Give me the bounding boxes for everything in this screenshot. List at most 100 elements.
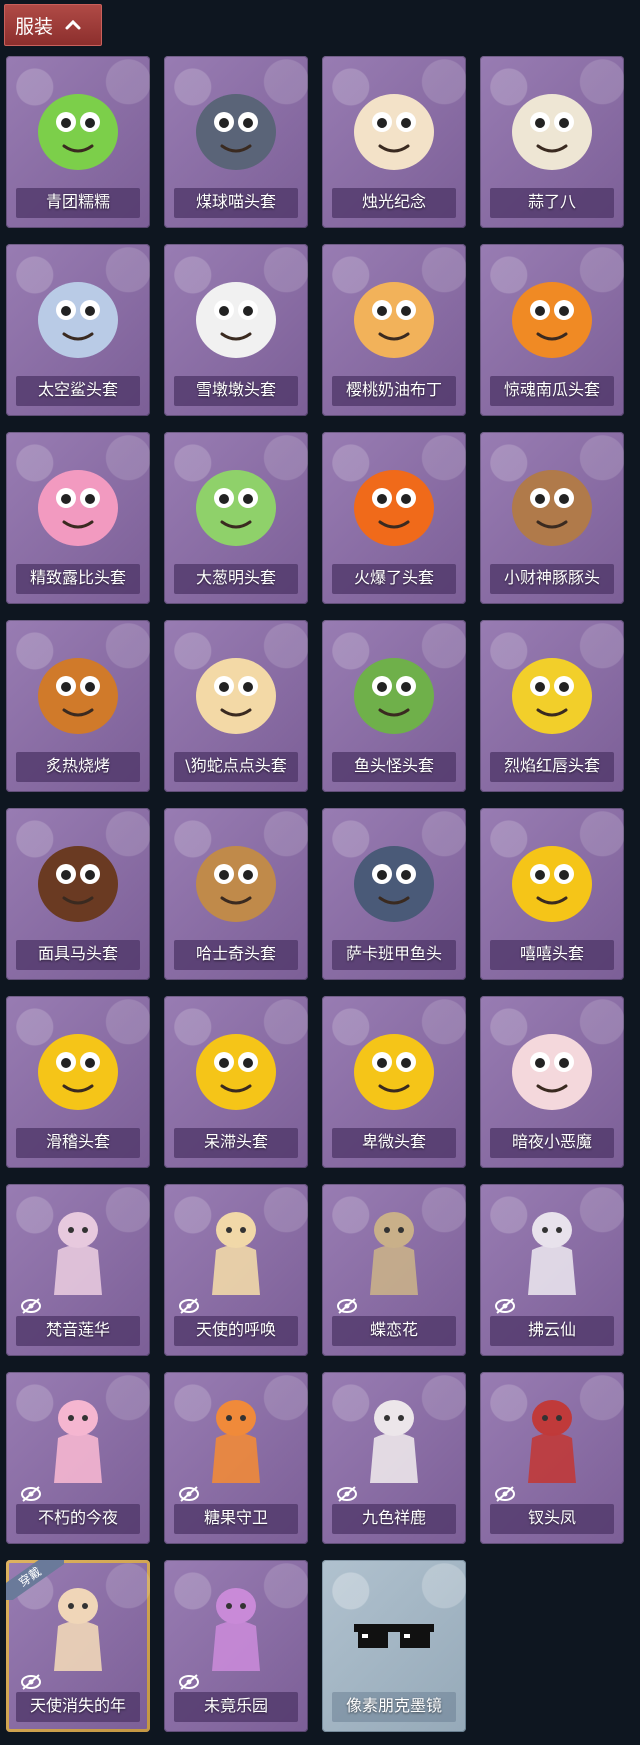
grin-emoji-head-icon: [512, 846, 592, 922]
eye-hidden-icon[interactable]: [178, 1298, 200, 1314]
costume-label: 烛光纪念: [361, 192, 426, 211]
costume-card[interactable]: 梵音莲华: [6, 1184, 150, 1356]
costume-card[interactable]: 呆滞头套: [164, 996, 308, 1168]
costume-card[interactable]: 火爆了头套: [322, 432, 466, 604]
eye-hidden-icon[interactable]: [494, 1486, 516, 1502]
costume-card[interactable]: 鱼头怪头套: [322, 620, 466, 792]
deer-ornament-icon: [370, 1400, 418, 1483]
costume-card[interactable]: 拂云仙: [480, 1184, 624, 1356]
costume-label: 樱桃奶油布丁: [345, 380, 442, 399]
costume-label: 哈士奇头套: [195, 944, 276, 963]
costume-card[interactable]: 面具马头套: [6, 808, 150, 980]
costume-label: 天使消失的年: [29, 1696, 126, 1715]
eye-hidden-icon[interactable]: [178, 1674, 200, 1690]
pink-beaver-head-icon: [38, 470, 118, 546]
costume-label: 钗头凤: [527, 1508, 576, 1527]
fire-head-icon: [354, 470, 434, 546]
snowman-head-icon: [196, 282, 276, 358]
costume-card[interactable]: 未竟乐园: [164, 1560, 308, 1732]
eye-hidden-icon[interactable]: [20, 1674, 42, 1690]
costume-label: 梵音莲华: [45, 1320, 110, 1339]
costume-card[interactable]: 萨卡班甲鱼头: [322, 808, 466, 980]
capybara-head-icon: [512, 470, 592, 546]
phoenix-crown-figure-icon: [528, 1400, 576, 1483]
costume-label: 九色祥鹿: [361, 1508, 426, 1527]
costume-card[interactable]: 卑微头套: [322, 996, 466, 1168]
costume-card[interactable]: 烈焰红唇头套: [480, 620, 624, 792]
costume-label: 惊魂南瓜头套: [503, 380, 600, 399]
costume-section-toggle[interactable]: 服装: [4, 4, 102, 46]
costume-label: \狗蛇点点头套: [185, 756, 287, 775]
costume-card[interactable]: 蝶恋花: [322, 1184, 466, 1356]
eye-hidden-icon[interactable]: [20, 1486, 42, 1502]
section-title: 服装: [15, 15, 54, 38]
costume-label: 拂云仙: [527, 1320, 576, 1339]
costume-card[interactable]: 天使的呼唤: [164, 1184, 308, 1356]
costume-label: 青团糯糯: [45, 192, 110, 211]
eye-hidden-icon[interactable]: [336, 1486, 358, 1502]
eye-hidden-icon[interactable]: [20, 1298, 42, 1314]
costume-label: 蒜了八: [527, 192, 576, 211]
costume-label: 太空鲨头套: [37, 380, 118, 399]
costume-label: 滑稽头套: [45, 1132, 110, 1151]
costume-card[interactable]: 炙热烧烤: [6, 620, 150, 792]
costume-label: 大葱明头套: [195, 568, 276, 587]
costume-card[interactable]: 九色祥鹿: [322, 1372, 466, 1544]
costume-card[interactable]: 嘻嘻头套: [480, 808, 624, 980]
costume-card[interactable]: 雪墩墩头套: [164, 244, 308, 416]
lotus-figure-icon: [54, 1212, 102, 1295]
costume-label: 卑微头套: [361, 1132, 426, 1151]
scallion-head-icon: [196, 470, 276, 546]
eye-hidden-icon[interactable]: [494, 1298, 516, 1314]
costume-label: 糖果守卫: [203, 1508, 268, 1527]
costume-card[interactable]: 像素朋克墨镜: [322, 1560, 466, 1732]
pumpkin-head-icon: [512, 282, 592, 358]
costume-label: 嘻嘻头套: [519, 944, 584, 963]
costume-label: 鱼头怪头套: [353, 756, 434, 775]
costume-card[interactable]: 滑稽头套: [6, 996, 150, 1168]
costume-label: 煤球喵头套: [195, 192, 276, 211]
costume-card[interactable]: 糖果守卫: [164, 1372, 308, 1544]
costume-card[interactable]: 太空鲨头套: [6, 244, 150, 416]
chevron-up-icon: [65, 19, 81, 30]
costume-label: 小财神豚豚头: [503, 568, 600, 587]
pink-cat-bowl-icon: [54, 1400, 102, 1483]
costume-card[interactable]: 烛光纪念: [322, 56, 466, 228]
worn-badge-label: 穿戴: [6, 1560, 64, 1600]
costume-label: 火爆了头套: [353, 568, 434, 587]
costume-card[interactable]: 精致露比头套: [6, 432, 150, 604]
costume-label: 暗夜小恶魔: [511, 1132, 592, 1151]
fish-head-icon: [354, 658, 434, 734]
candle-head-icon: [354, 94, 434, 170]
candy-guard-ornament-icon: [212, 1400, 260, 1483]
costume-label: 面具马头套: [37, 944, 118, 963]
devil-mask-icon: [512, 1034, 592, 1110]
costume-card[interactable]: 蒜了八: [480, 56, 624, 228]
costume-card[interactable]: 天使消失的年 穿戴: [6, 1560, 150, 1732]
costume-card[interactable]: 青团糯糯: [6, 56, 150, 228]
butterfly-ornament-icon: [370, 1212, 418, 1295]
costume-label: 炙热烧烤: [45, 756, 110, 775]
costume-label: 呆滞头套: [203, 1132, 268, 1151]
costume-card[interactable]: 惊魂南瓜头套: [480, 244, 624, 416]
costume-card[interactable]: 不朽的今夜: [6, 1372, 150, 1544]
eye-hidden-icon[interactable]: [336, 1298, 358, 1314]
gray-cat-head-icon: [196, 94, 276, 170]
costume-card[interactable]: 小财神豚豚头: [480, 432, 624, 604]
eye-hidden-icon[interactable]: [178, 1486, 200, 1502]
bbq-head-icon: [38, 658, 118, 734]
costume-card[interactable]: 暗夜小恶魔: [480, 996, 624, 1168]
costume-card[interactable]: 大葱明头套: [164, 432, 308, 604]
horse-head-icon: [38, 846, 118, 922]
costume-card[interactable]: 钗头凤: [480, 1372, 624, 1544]
angel-figure-icon: [212, 1212, 260, 1295]
costume-card[interactable]: \狗蛇点点头套: [164, 620, 308, 792]
humble-emoji-head-icon: [354, 1034, 434, 1110]
costume-label: 天使的呼唤: [195, 1320, 276, 1339]
costume-card[interactable]: 樱桃奶油布丁: [322, 244, 466, 416]
costume-card[interactable]: 煤球喵头套: [164, 56, 308, 228]
jester-girl-figure-icon: [212, 1588, 260, 1671]
costume-label: 雪墩墩头套: [195, 380, 276, 399]
stare-emoji-head-icon: [196, 1034, 276, 1110]
costume-card[interactable]: 哈士奇头套: [164, 808, 308, 980]
